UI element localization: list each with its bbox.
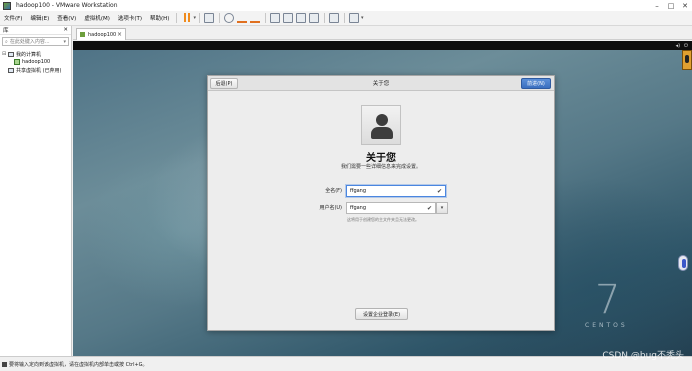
vm-tab-strip: hadoop100 × [73, 26, 692, 40]
page-subtitle: 我们需要一些详细信息来完成设置。 [340, 164, 421, 170]
window-controls: – □ ✕ [650, 0, 692, 11]
snapshot-manager-icon[interactable] [250, 13, 261, 23]
library-header: 库 ✕ [0, 26, 71, 35]
menu-help[interactable]: 帮助(H) [146, 14, 173, 22]
menu-edit[interactable]: 编辑(E) [26, 14, 53, 22]
menu-toolbar: 文件(F) 编辑(E) 查看(V) 虚拟机(M) 选项卡(T) 帮助(H) ▾ … [0, 11, 692, 26]
library-toggle-icon[interactable] [270, 13, 281, 23]
vm-running-icon [14, 59, 20, 65]
tab-label: hadoop100 [88, 31, 117, 38]
check-icon: ✔ [436, 187, 442, 195]
fullscreen-icon[interactable] [296, 13, 307, 23]
enterprise-login-button[interactable]: 设置企业登录(E) [355, 308, 408, 320]
window-title: hadoop100 - VMware Workstation [16, 2, 118, 9]
close-window-button[interactable]: ✕ [678, 0, 692, 11]
snapshot-icon[interactable] [224, 13, 235, 23]
pause-icon[interactable] [182, 13, 192, 23]
maximize-button[interactable]: □ [664, 0, 678, 11]
centos-version-mark: 7 [595, 277, 621, 323]
minimize-button[interactable]: – [650, 0, 664, 11]
chevron-down-icon: ▾ [440, 205, 444, 211]
scroll-knob-icon[interactable] [678, 255, 688, 271]
csdn-watermark: CSDN @bug不秃头 [602, 351, 684, 361]
tree-item-my-computer[interactable]: ⊟ 我的计算机 [2, 50, 69, 58]
page-heading: 关于您 [366, 153, 396, 164]
toolbar-separator [343, 13, 345, 23]
keyboard-icon [2, 361, 7, 367]
fullname-value: ffgang [350, 188, 367, 194]
close-icon[interactable]: ✕ [63, 27, 68, 33]
search-icon: ⌕ [5, 38, 8, 45]
status-bar: 要将输入定向到该虚拟机，请在虚拟机内部单击或按 Ctrl+G。 [0, 356, 692, 371]
username-dropdown-button[interactable]: ▾ [436, 202, 448, 214]
about-you-dialog: 后退(P) 关于您 前进(N) 关于您 我们需要一些详细信息来完成设置。 全名(… [207, 75, 555, 331]
collapse-icon[interactable]: ⊟ [2, 51, 7, 57]
menu-file[interactable]: 文件(F) [0, 14, 26, 22]
unity-icon[interactable] [309, 13, 320, 23]
toolbar-separator [218, 13, 220, 23]
vm-display[interactable]: ◂) ⏻ 7 CENTOS 后退(P) 关于您 前进(N) 关于您 我们需要一些… [73, 41, 692, 356]
menu-view[interactable]: 查看(V) [53, 14, 80, 22]
tree-item-label: 共享虚拟机 (已弃用) [16, 67, 62, 74]
username-label: 用户名(U) [319, 205, 342, 211]
toolbar-separator [198, 13, 200, 23]
search-placeholder: 在此处键入内容... [9, 39, 50, 45]
avatar-icon[interactable] [361, 105, 401, 145]
username-hint: 这将用于创建您的主文件夹且无法更改。 [347, 217, 419, 222]
toolbar-separator [323, 13, 325, 23]
computer-icon [8, 51, 14, 57]
library-tree: ⊟ 我的计算机 hadoop100 共享虚拟机 (已弃用) [0, 48, 71, 76]
check-icon: ✔ [426, 204, 432, 212]
username-value: ffgang [350, 205, 367, 211]
tree-item-label: 我的计算机 [16, 51, 42, 58]
thumbnail-bar-icon[interactable] [283, 13, 294, 23]
toolbar-separator [264, 13, 266, 23]
tab-hadoop100[interactable]: hadoop100 × [76, 28, 126, 40]
tree-item-shared-vms[interactable]: 共享虚拟机 (已弃用) [2, 66, 69, 74]
library-panel: 库 ✕ ⌕ 在此处键入内容... ▾ ⊟ 我的计算机 hadoop100 共享虚… [0, 26, 72, 356]
stretch-icon[interactable] [349, 13, 360, 23]
dialog-title: 关于您 [372, 81, 390, 87]
library-search-input[interactable]: ⌕ 在此处键入内容... ▾ [2, 37, 69, 46]
vm-side-handle-icon[interactable] [682, 50, 692, 70]
chevron-down-icon[interactable]: ▾ [193, 15, 196, 21]
chevron-down-icon[interactable]: ▾ [63, 39, 66, 45]
menu-vm[interactable]: 虚拟机(M) [80, 14, 114, 22]
fullname-field[interactable]: ffgang ✔ [346, 185, 446, 197]
vmware-app-icon [3, 1, 11, 10]
centos-brand-text: CENTOS [585, 322, 628, 329]
fullname-label: 全名(F) [325, 188, 342, 194]
avatar-body [371, 127, 393, 139]
next-button[interactable]: 前进(N) [521, 78, 551, 89]
status-text: 要将输入定向到该虚拟机，请在虚拟机内部单击或按 Ctrl+G。 [9, 361, 148, 368]
snapshot-restore-icon[interactable] [237, 13, 248, 23]
console-icon[interactable] [329, 13, 340, 23]
toolbar-separator [176, 13, 178, 23]
tree-item-hadoop100[interactable]: hadoop100 [2, 58, 69, 66]
send-ctrl-alt-del-icon[interactable] [204, 13, 215, 23]
chevron-down-icon[interactable]: ▾ [361, 15, 364, 21]
tree-item-label: hadoop100 [22, 59, 51, 65]
menu-tabs[interactable]: 选项卡(T) [114, 14, 146, 22]
dialog-header: 后退(P) 关于您 前进(N) [208, 76, 554, 91]
gnome-top-bar: ◂) ⏻ [73, 41, 692, 50]
close-icon[interactable]: × [117, 31, 122, 38]
avatar-head [376, 114, 388, 126]
system-tray: ◂) ⏻ [676, 42, 688, 49]
vm-tab-icon [80, 32, 85, 37]
power-icon[interactable]: ⏻ [684, 43, 688, 49]
volume-icon[interactable]: ◂) [676, 43, 680, 49]
library-title: 库 [3, 28, 9, 34]
shared-vm-icon [8, 67, 14, 73]
username-field[interactable]: ffgang ✔ [346, 202, 436, 214]
title-bar: hadoop100 - VMware Workstation – □ ✕ [0, 0, 692, 11]
